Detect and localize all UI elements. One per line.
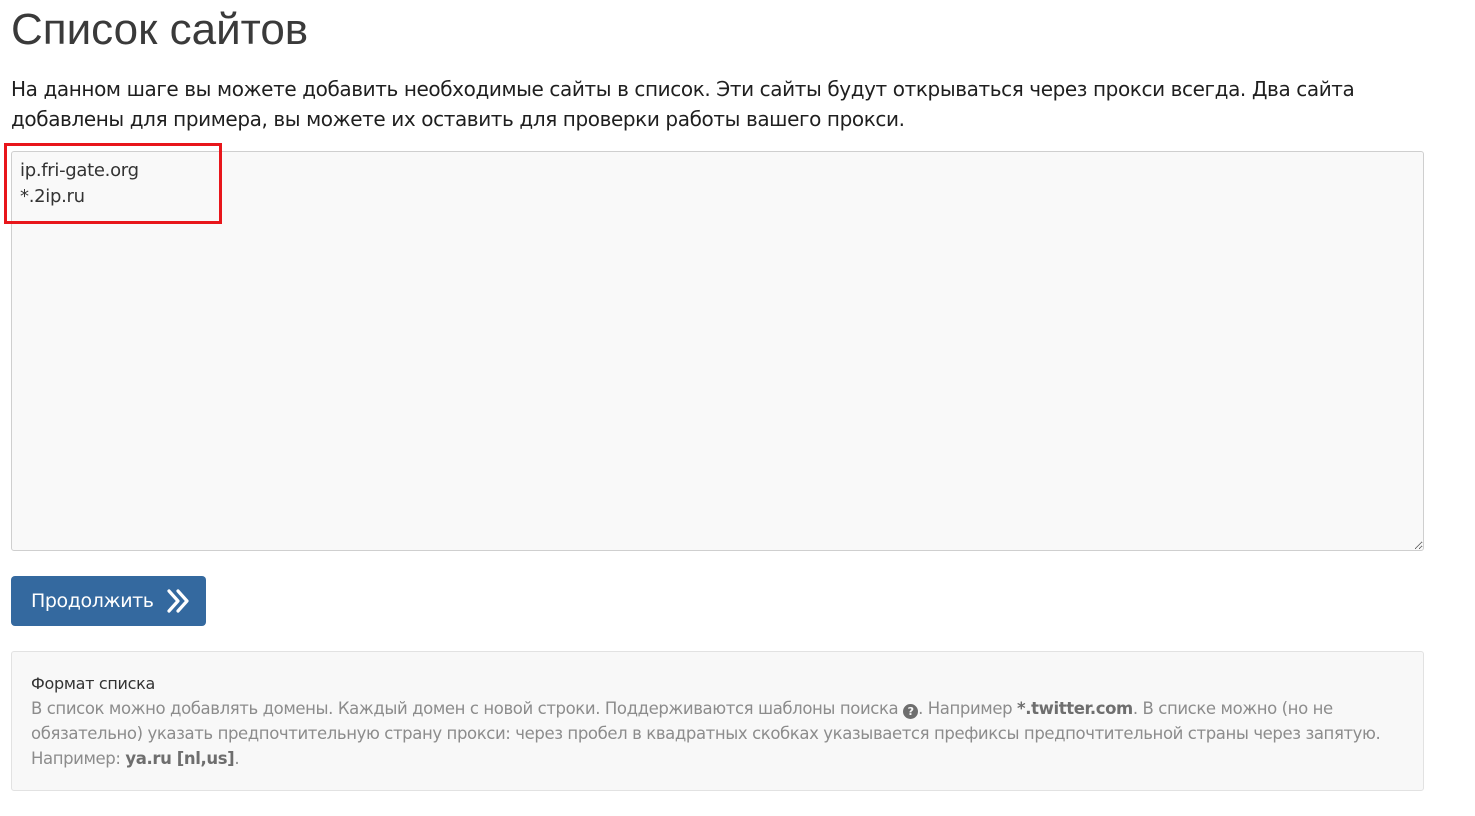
list-format-title: Формат списка: [31, 674, 156, 693]
format-text-part2: . Например: [918, 699, 1013, 718]
list-format-description: В список можно добавлять домены. Каждый …: [31, 696, 1404, 771]
example-wildcard-domain: *.twitter.com: [1017, 699, 1133, 718]
continue-button[interactable]: Продолжить: [11, 576, 206, 626]
continue-button-label: Продолжить: [31, 590, 154, 612]
sites-list-textarea[interactable]: ip.fri-gate.org *.2ip.ru: [11, 151, 1424, 551]
help-icon[interactable]: ?: [903, 704, 919, 719]
page-title: Список сайтов: [11, 5, 309, 54]
format-text-part4: .: [234, 749, 240, 768]
double-chevron-right-icon: [167, 589, 189, 613]
example-country-prefix: ya.ru [nl,us]: [125, 749, 235, 768]
intro-text: На данном шаге вы можете добавить необхо…: [11, 77, 1355, 131]
format-text-part1: В список можно добавлять домены. Каждый …: [31, 699, 899, 718]
list-format-panel: Формат списка В список можно добавлять д…: [11, 651, 1424, 791]
